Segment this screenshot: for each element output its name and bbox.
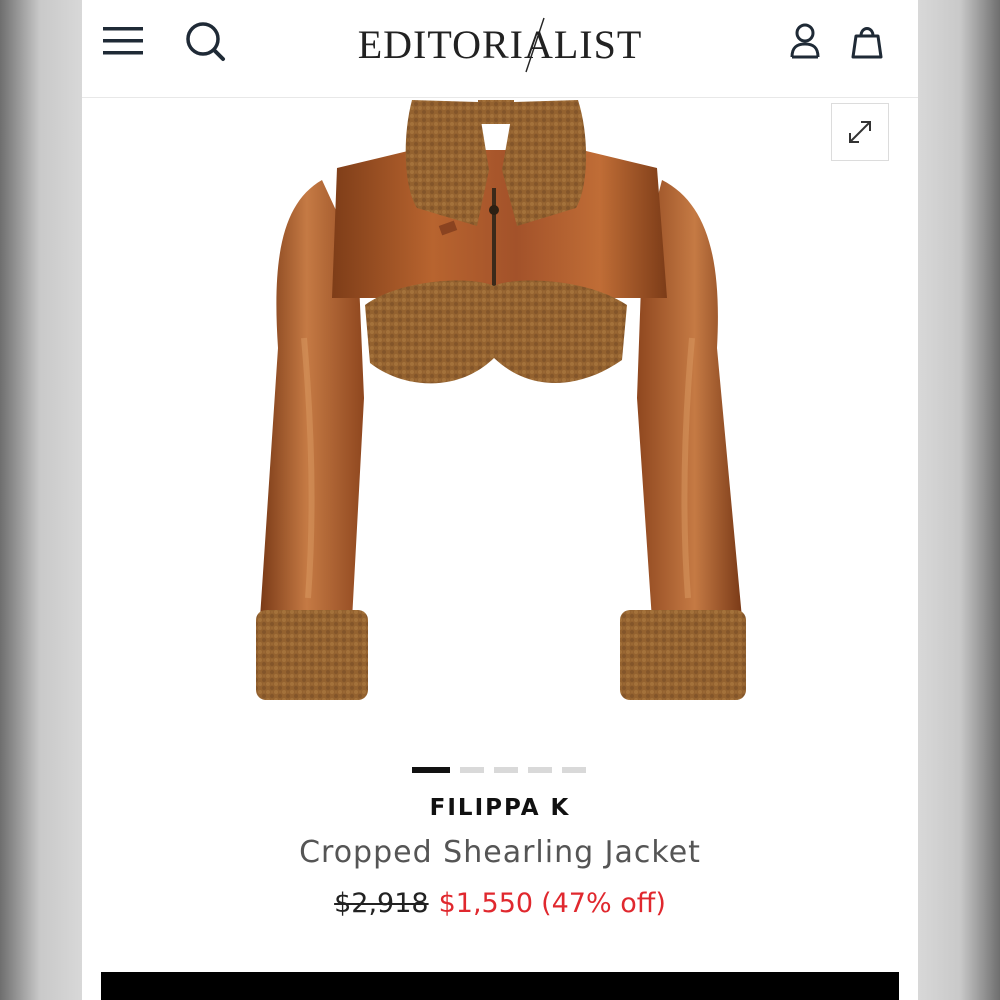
gallery-dot-5[interactable] <box>562 767 586 773</box>
gallery-dot-1[interactable] <box>412 767 450 773</box>
add-to-bag-button[interactable] <box>101 972 899 1000</box>
menu-button[interactable] <box>98 20 148 62</box>
logo-slash <box>525 17 545 73</box>
gallery-dot-3[interactable] <box>494 767 518 773</box>
gallery-dot-2[interactable] <box>460 767 484 773</box>
site-logo[interactable]: EDITORIALIST <box>322 14 678 74</box>
expand-icon <box>849 121 871 143</box>
product-image-gallery[interactable] <box>82 98 918 748</box>
search-icon <box>186 22 225 61</box>
sale-price: $1,550 <box>438 888 534 919</box>
site-header: EDITORIALIST <box>82 0 918 98</box>
account-button[interactable] <box>782 18 828 64</box>
product-name: Cropped Shearling Jacket <box>299 835 701 870</box>
menu-icon <box>103 27 143 55</box>
original-price: $2,918 <box>334 888 429 919</box>
discount-label: (47% off) <box>541 888 666 919</box>
product-page: EDITORIALIST FILIPPA K Cropped Shearling… <box>82 0 918 1000</box>
expand-image-button[interactable] <box>831 103 889 161</box>
bag-icon <box>851 27 883 59</box>
product-image <box>256 100 746 700</box>
product-brand[interactable]: FILIPPA K <box>82 795 918 821</box>
search-button[interactable] <box>182 18 228 64</box>
gallery-dot-4[interactable] <box>528 767 552 773</box>
bag-button[interactable] <box>844 18 890 64</box>
gallery-pagination <box>412 767 586 775</box>
account-icon <box>790 23 820 59</box>
price-row: $2,918 $1,550 (47% off) <box>82 888 918 919</box>
